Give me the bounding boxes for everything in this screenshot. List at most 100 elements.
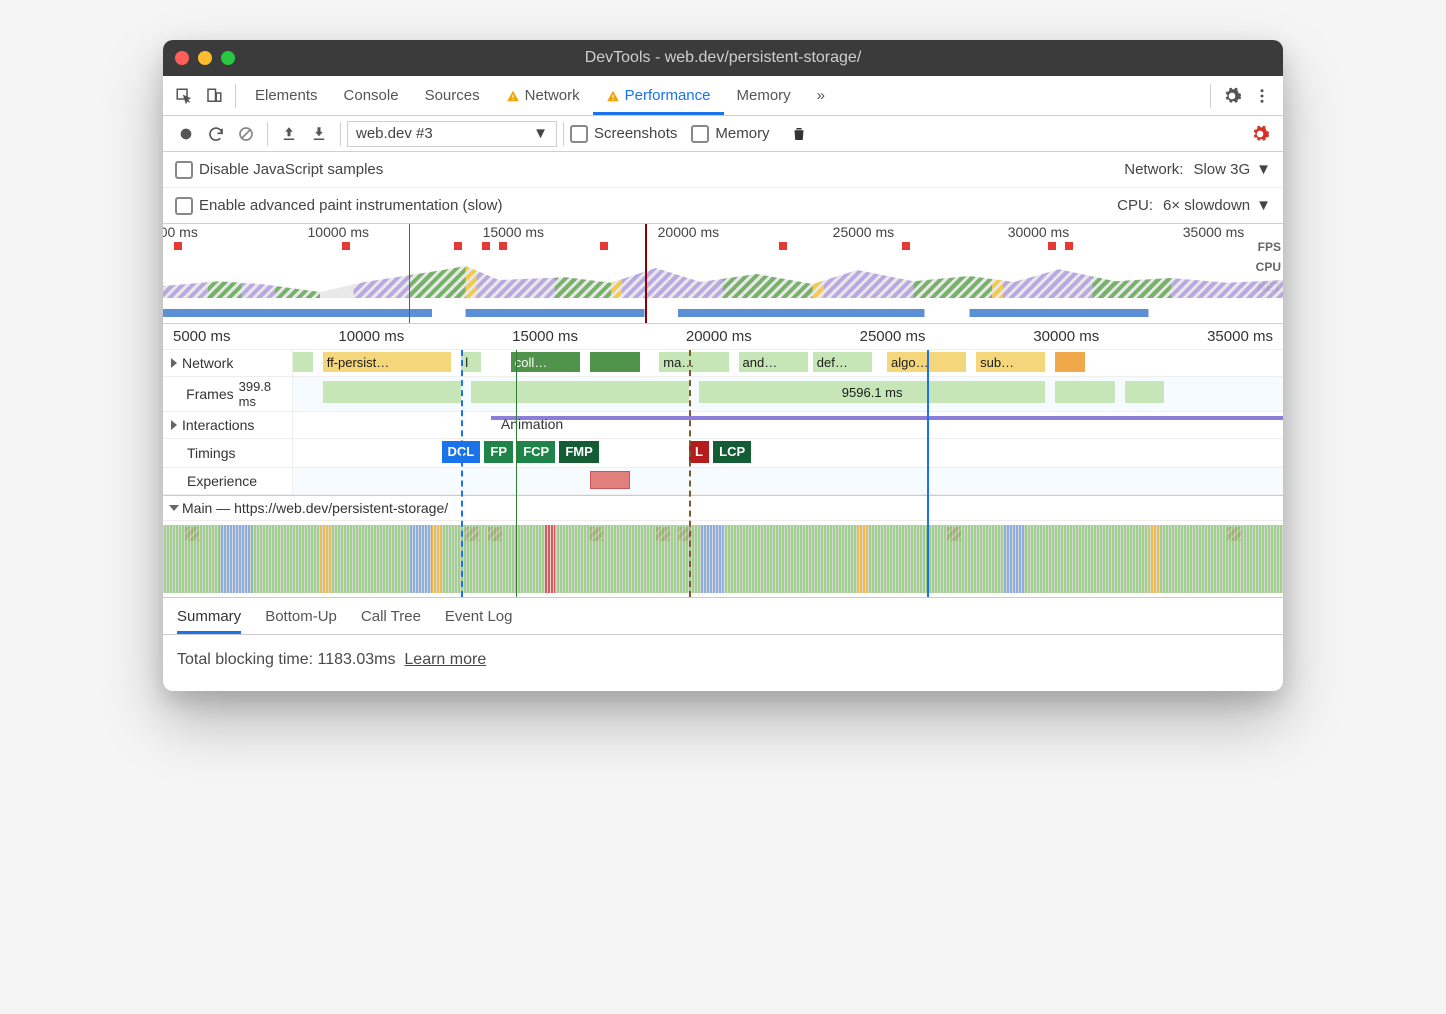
scale-tick: 10000 ms (338, 328, 404, 345)
tab-console[interactable]: Console (331, 76, 412, 115)
tab-network[interactable]: Network (493, 76, 593, 115)
cpu-throttle-select[interactable]: 6× slowdown ▼ (1163, 197, 1271, 214)
network-track[interactable]: Network ve… ff-persist… l coll… ma… and…… (163, 350, 1283, 377)
network-item[interactable] (590, 352, 640, 372)
separator (1210, 84, 1211, 108)
selection-end-handle[interactable] (645, 224, 647, 323)
tab-performance[interactable]: Performance (593, 76, 724, 115)
tab-memory[interactable]: Memory (724, 76, 804, 115)
fps-label: FPS (1256, 240, 1281, 254)
overview-scale: 5000 ms 10000 ms 15000 ms 20000 ms 25000… (163, 224, 1283, 244)
enable-paint-instr-checkbox[interactable] (175, 197, 193, 215)
network-item[interactable]: sub… (976, 352, 1045, 372)
network-track-label[interactable]: Network (163, 350, 293, 376)
overview-timeline[interactable]: 5000 ms 10000 ms 15000 ms 20000 ms 25000… (163, 224, 1283, 324)
timing-dcl[interactable]: DCL (442, 441, 481, 463)
timing-fmp[interactable]: FMP (559, 441, 598, 463)
flame-stripes (163, 525, 1283, 593)
main-flame-chart[interactable] (163, 521, 1283, 597)
btab-bottom-up[interactable]: Bottom-Up (265, 598, 337, 634)
timing-fcp[interactable]: FCP (517, 441, 555, 463)
network-throttle-select[interactable]: Slow 3G ▼ (1193, 161, 1271, 178)
frame-block[interactable] (1125, 381, 1165, 403)
detail-tracks: Network ve… ff-persist… l coll… ma… and…… (163, 350, 1283, 597)
chevron-right-icon (171, 358, 177, 368)
tab-sources[interactable]: Sources (412, 76, 493, 115)
scale-tick: 30000 ms (1033, 328, 1099, 345)
separator (340, 122, 341, 146)
enable-paint-instr-label[interactable]: Enable advanced paint instrumentation (s… (175, 197, 503, 215)
frame-block[interactable] (471, 381, 689, 403)
learn-more-link[interactable]: Learn more (404, 651, 486, 668)
network-item[interactable]: ve… (293, 352, 313, 372)
net-bar (163, 309, 1283, 317)
tab-more[interactable]: » (804, 76, 838, 115)
frame-duration-left: 399.8 ms (239, 379, 288, 409)
scale-tick: 15000 ms (483, 224, 544, 244)
screenshots-checkbox[interactable] (570, 125, 588, 143)
btab-summary[interactable]: Summary (177, 598, 241, 634)
save-profile-icon[interactable] (304, 119, 334, 149)
chevron-down-icon: ▼ (533, 125, 548, 142)
frame-block[interactable] (1055, 381, 1114, 403)
kebab-menu-icon[interactable] (1247, 81, 1277, 111)
device-toolbar-icon[interactable] (199, 81, 229, 111)
frame-block-main[interactable]: 9596.1 ms (699, 381, 1046, 403)
summary-panel: Total blocking time: 1183.03ms Learn mor… (163, 635, 1283, 691)
memory-checkbox[interactable] (691, 125, 709, 143)
frames-track[interactable]: Frames 399.8 ms 9596.1 ms (163, 377, 1283, 412)
timings-track[interactable]: Timings DCL FP FCP FMP L LCP (163, 439, 1283, 468)
timing-fp[interactable]: FP (484, 441, 513, 463)
load-profile-icon[interactable] (274, 119, 304, 149)
network-item[interactable]: ma… (659, 352, 728, 372)
network-item[interactable] (1055, 352, 1085, 372)
profile-select[interactable]: web.dev #3 ▼ (347, 121, 557, 147)
options-row-2: Enable advanced paint instrumentation (s… (163, 188, 1283, 224)
chevron-down-icon: ▼ (1256, 197, 1271, 214)
timing-lcp[interactable]: LCP (713, 441, 751, 463)
options-row-1: Disable JavaScript samples Network: Slow… (163, 152, 1283, 188)
disable-js-samples-label[interactable]: Disable JavaScript samples (175, 161, 383, 179)
cpu-area-chart (163, 258, 1283, 298)
frames-track-label[interactable]: Frames 399.8 ms (163, 377, 293, 411)
disable-js-samples-checkbox[interactable] (175, 161, 193, 179)
timings-track-label[interactable]: Timings (163, 439, 293, 467)
inspect-icon[interactable] (169, 81, 199, 111)
record-button[interactable] (171, 119, 201, 149)
garbage-collect-icon[interactable] (784, 119, 814, 149)
reload-button[interactable] (201, 119, 231, 149)
frame-block[interactable] (323, 381, 462, 403)
layout-shift-block[interactable] (590, 471, 630, 489)
network-item[interactable]: algo… (887, 352, 966, 372)
btab-call-tree[interactable]: Call Tree (361, 598, 421, 634)
network-throttle-label: Network: (1124, 161, 1183, 178)
network-item[interactable]: def… (813, 352, 872, 372)
btab-event-log[interactable]: Event Log (445, 598, 513, 634)
experience-track-label[interactable]: Experience (163, 468, 293, 494)
scale-tick: 35000 ms (1207, 328, 1273, 345)
memory-checkbox-label[interactable]: Memory (691, 125, 769, 143)
capture-settings-icon[interactable] (1245, 119, 1275, 149)
main-track-label[interactable]: Main — https://web.dev/persistent-storag… (163, 496, 458, 520)
main-track-header[interactable]: Main — https://web.dev/persistent-storag… (163, 495, 1283, 521)
selection-start-handle[interactable] (409, 224, 410, 323)
panel-tabstrip: Elements Console Sources Network Perform… (163, 76, 1283, 116)
timing-l[interactable]: L (689, 441, 709, 463)
clear-button[interactable] (231, 119, 261, 149)
screenshots-checkbox-label[interactable]: Screenshots (570, 125, 677, 143)
experience-track[interactable]: Experience (163, 468, 1283, 495)
interactions-track-label[interactable]: Interactions (163, 412, 293, 438)
network-item[interactable]: coll… (511, 352, 580, 372)
separator (563, 122, 564, 146)
network-item[interactable]: and… (739, 352, 808, 372)
settings-icon[interactable] (1217, 81, 1247, 111)
scale-tick: 35000 ms (1183, 224, 1244, 244)
scale-tick: 20000 ms (658, 224, 719, 244)
cpu-throttle-label: CPU: (1117, 197, 1153, 214)
summary-tabstrip: Summary Bottom-Up Call Tree Event Log (163, 597, 1283, 635)
network-item[interactable]: ff-persist… (323, 352, 452, 372)
network-item[interactable]: l (461, 352, 481, 372)
scale-tick: 30000 ms (1008, 224, 1069, 244)
interactions-track[interactable]: Interactions Animation (163, 412, 1283, 439)
tab-elements[interactable]: Elements (242, 76, 331, 115)
